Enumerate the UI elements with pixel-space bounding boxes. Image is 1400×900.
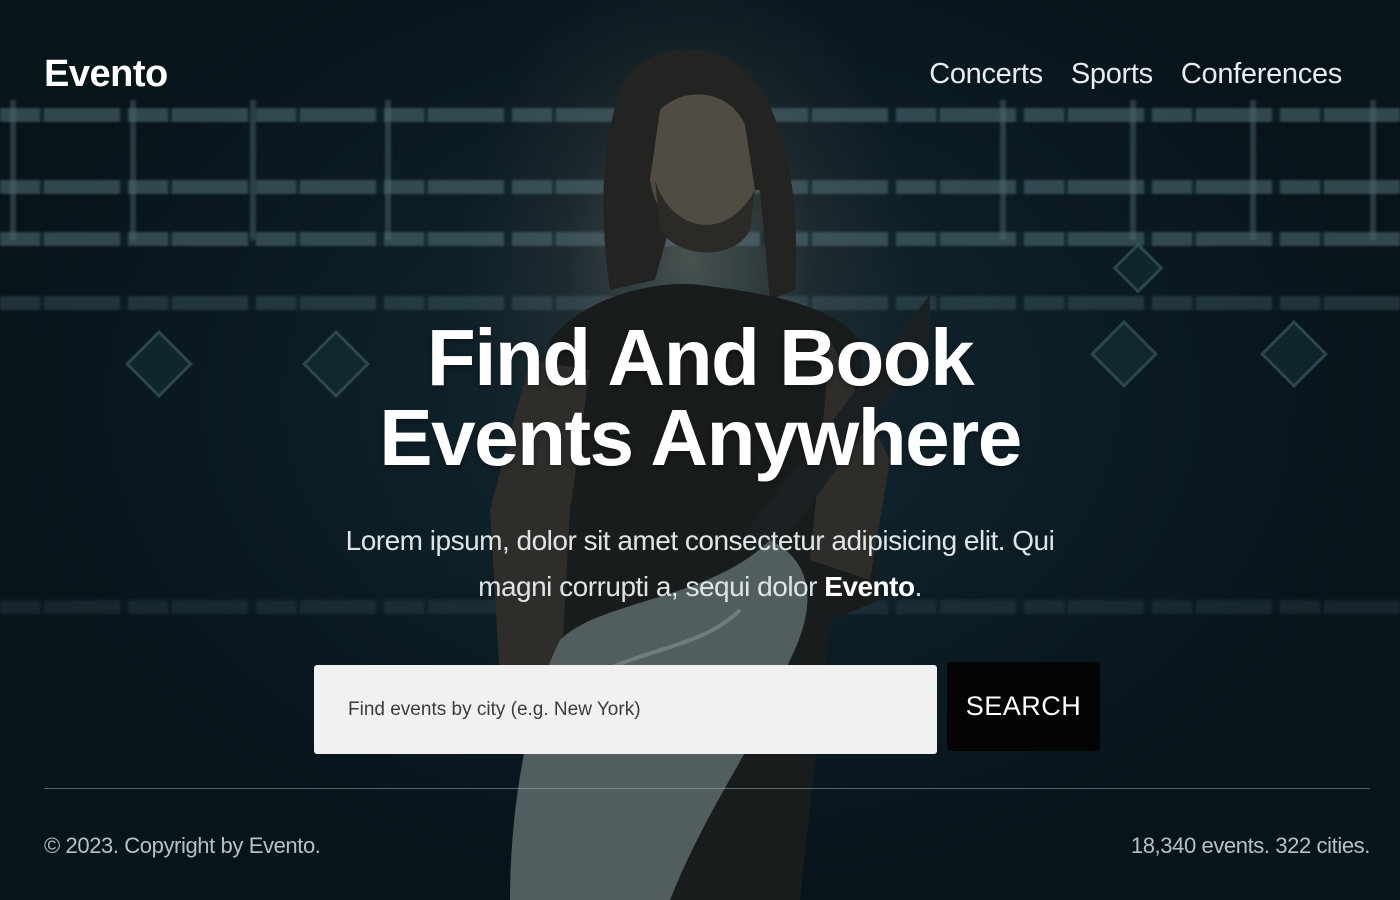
logo[interactable]: Evento [44,53,168,96]
nav-item-conferences[interactable]: Conferences [1181,58,1342,91]
nav-item-sports[interactable]: Sports [1071,58,1153,91]
search-form: SEARCH [314,662,1100,754]
hero-title-line-1: Find And Book [426,313,975,402]
hero-description-end: . [914,571,923,602]
hero-title: Find And Book Events Anywhere [350,318,1050,478]
hero-description-brand: Evento [824,571,915,602]
city-search-input[interactable] [314,665,937,754]
hero-description: Lorem ipsum, dolor sit amet consectetur … [320,518,1080,610]
event-stats: 18,340 events. 322 cities. [1130,833,1371,858]
main-nav: Concerts Sports Conferences [929,58,1342,91]
search-button[interactable]: SEARCH [947,662,1100,751]
site-header: Evento Concerts Sports Conferences [44,48,1342,100]
hero-title-line-2: Events Anywhere [379,393,1022,482]
nav-item-concerts[interactable]: Concerts [929,58,1043,91]
copyright-text: © 2023. Copyright by Evento. [44,833,321,858]
hero-section: Find And Book Events Anywhere Lorem ipsu… [0,318,1400,610]
site-footer: © 2023. Copyright by Evento. 18,340 even… [44,830,1370,862]
hero-description-text: Lorem ipsum, dolor sit amet consectetur … [345,525,1055,602]
footer-divider [44,788,1370,789]
landing-page: Evento Concerts Sports Conferences Find … [0,0,1400,900]
